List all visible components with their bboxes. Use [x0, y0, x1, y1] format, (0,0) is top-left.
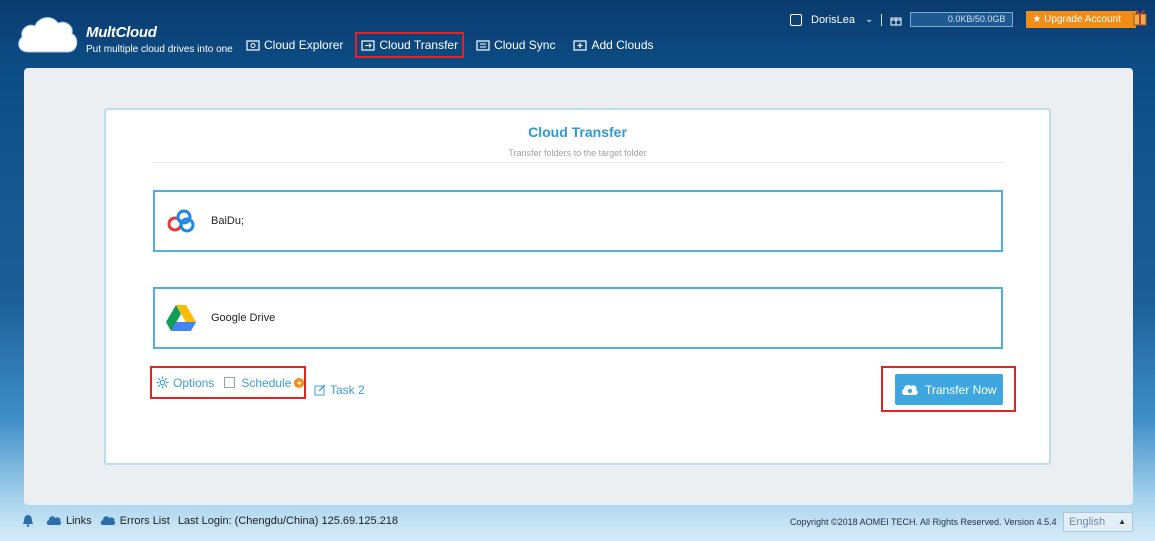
- links-label: Links: [66, 514, 92, 527]
- target-selector[interactable]: Google Drive: [153, 287, 1003, 349]
- upgrade-label: ★ Upgrade Account: [1032, 14, 1121, 25]
- transfer-card: Cloud Transfer Transfer folders to the t…: [104, 108, 1051, 465]
- options-button[interactable]: Options: [156, 376, 214, 390]
- nav-label: Cloud Sync: [494, 38, 556, 52]
- cloud-upload-icon: [901, 385, 918, 395]
- task-name-button[interactable]: Task 2: [314, 383, 365, 397]
- notifications-button[interactable]: [22, 514, 38, 527]
- cloud-transfer-icon: [361, 40, 375, 51]
- gear-icon: [156, 376, 169, 389]
- account-bar: DorisLea ⌄ 0.0KB/50.0GB ★ Upgrade Accoun…: [790, 10, 1147, 28]
- nav-label: Add Clouds: [591, 38, 654, 52]
- google-drive-icon: [166, 305, 196, 331]
- nav-cloud-sync[interactable]: Cloud Sync: [476, 38, 555, 52]
- cloud-link-icon: [46, 516, 62, 525]
- chevron-down-icon[interactable]: ⌄: [865, 14, 873, 25]
- logo[interactable]: MultCloud Put multiple cloud drives into…: [16, 14, 233, 56]
- last-login: Last Login: (Chengdu/China) 125.69.125.2…: [177, 514, 398, 527]
- cloud-error-icon: [100, 516, 115, 525]
- upgrade-plus-icon: +: [294, 377, 305, 388]
- options-label: Options: [173, 375, 215, 390]
- page-subtitle: Transfer folders to the target folder: [508, 148, 647, 158]
- cloud-sync-icon: [476, 40, 490, 51]
- nav-label: Cloud Transfer: [379, 38, 459, 52]
- baidu-icon: [167, 209, 195, 233]
- transfer-label: Transfer Now: [925, 382, 997, 397]
- language-select[interactable]: English ▲: [1063, 512, 1133, 532]
- errors-label: Errors List: [119, 514, 170, 527]
- gift-badge-icon: [1133, 10, 1147, 26]
- errors-list-button[interactable]: Errors List: [100, 515, 170, 527]
- storage-quota: 0.0KB/50.0GB: [910, 12, 1014, 27]
- nav-cloud-explorer[interactable]: Cloud Explorer: [246, 38, 343, 52]
- schedule-label: Schedule: [241, 375, 292, 390]
- schedule-toggle[interactable]: Schedule +: [214, 375, 305, 390]
- brand-name: MultCloud: [86, 24, 157, 41]
- source-selector[interactable]: BaiDu;: [153, 190, 1003, 252]
- target-label: Google Drive: [211, 312, 276, 324]
- nav-cloud-transfer[interactable]: Cloud Transfer: [355, 32, 465, 58]
- upgrade-account-button[interactable]: ★ Upgrade Account: [1026, 10, 1147, 28]
- gift-icon[interactable]: [890, 14, 902, 26]
- add-clouds-icon: [573, 40, 588, 51]
- username[interactable]: DorisLea: [811, 14, 855, 26]
- transfer-highlight: Transfer Now: [881, 366, 1016, 412]
- task-label: Task 2: [330, 383, 365, 397]
- divider: [152, 162, 1004, 163]
- bell-icon: [23, 515, 33, 527]
- caret-up-icon: ▲: [1118, 517, 1126, 526]
- schedule-checkbox[interactable]: [224, 377, 236, 388]
- copyright: Copyright ©2018 AOMEI TECH. All Rights R…: [790, 517, 1057, 527]
- cloud-logo-icon: [18, 17, 78, 53]
- edit-icon: [314, 384, 326, 396]
- nav-add-clouds[interactable]: Add Clouds: [573, 38, 654, 52]
- status-bar: Links Errors List Last Login: (Chengdu/C…: [22, 514, 398, 527]
- tagline: Put multiple cloud drives into one: [86, 44, 233, 55]
- options-group: Options Schedule +: [150, 366, 306, 399]
- language-value: English: [1069, 516, 1106, 528]
- nav-label: Cloud Explorer: [264, 38, 344, 52]
- divider: [881, 13, 883, 26]
- user-icon: [790, 13, 802, 26]
- source-label: BaiDu;: [211, 215, 245, 227]
- transfer-now-button[interactable]: Transfer Now: [895, 374, 1003, 405]
- main-nav: Cloud Explorer Cloud Transfer Cloud Sync…: [246, 32, 672, 58]
- page-title: Cloud Transfer: [528, 124, 627, 140]
- links-button[interactable]: Links: [46, 515, 92, 527]
- cloud-explorer-icon: [246, 40, 260, 51]
